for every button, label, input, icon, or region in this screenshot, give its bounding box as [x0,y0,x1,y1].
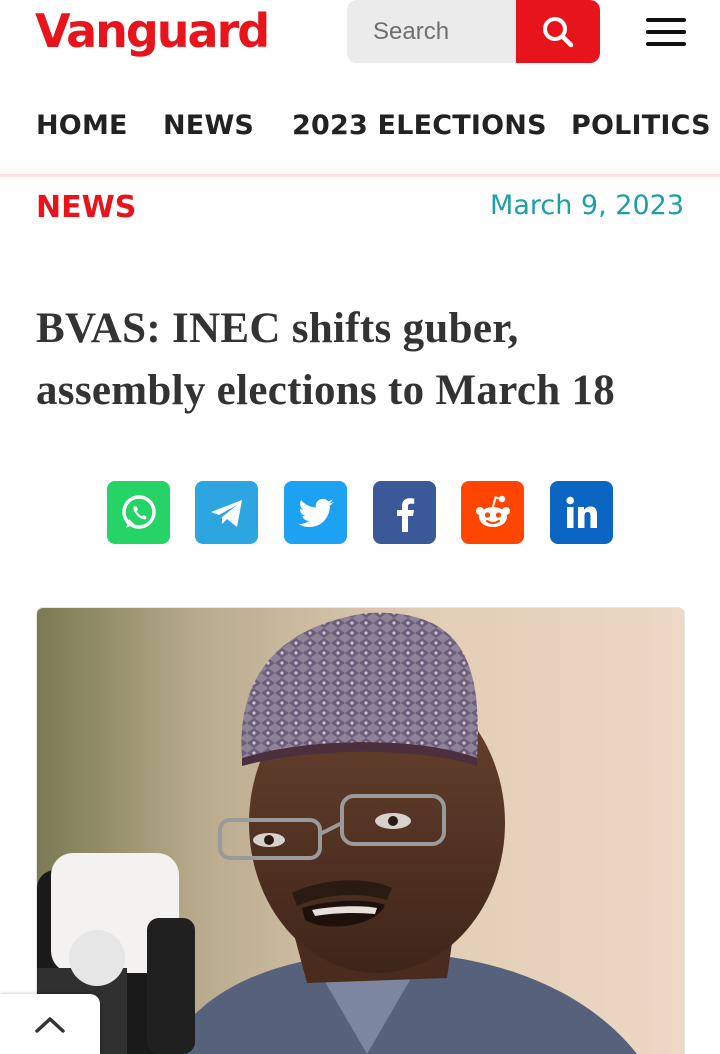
hamburger-menu-icon[interactable] [646,18,686,46]
search-input[interactable] [347,0,517,63]
whatsapp-icon [121,494,156,529]
site-header: Vanguard [0,0,720,64]
reddit-icon [475,495,510,527]
share-twitter-button[interactable] [284,481,347,544]
share-reddit-button[interactable] [461,481,524,544]
main-nav: HOME NEWS 2023 ELECTIONS POLITICS [0,96,720,164]
article-photo[interactable] [37,608,684,1054]
share-facebook-button[interactable] [373,481,436,544]
search-button[interactable] [516,0,600,63]
nav-item-news[interactable]: NEWS [163,110,254,141]
site-logo[interactable]: Vanguard [35,0,270,62]
linkedin-icon [565,496,597,528]
twitter-icon [297,498,333,527]
article-category[interactable]: NEWS [36,190,136,225]
nav-divider [0,174,720,177]
article-photo-illustration [37,608,684,1054]
scroll-to-top-button[interactable] [0,994,100,1054]
share-whatsapp-button[interactable] [107,481,170,544]
search-icon [543,16,574,47]
share-telegram-button[interactable] [195,481,258,544]
article-date: March 9, 2023 [490,190,684,221]
article-headline: BVAS: INEC shifts guber, assembly electi… [36,305,616,414]
search-bar [347,0,600,63]
chevron-up-icon [35,1017,65,1033]
nav-item-2023-elections[interactable]: 2023 ELECTIONS [292,110,547,141]
facebook-icon [396,497,414,532]
nav-item-politics[interactable]: POLITICS [571,110,711,141]
nav-item-home[interactable]: HOME [36,110,128,141]
share-linkedin-button[interactable] [550,481,613,544]
telegram-icon [210,499,242,527]
